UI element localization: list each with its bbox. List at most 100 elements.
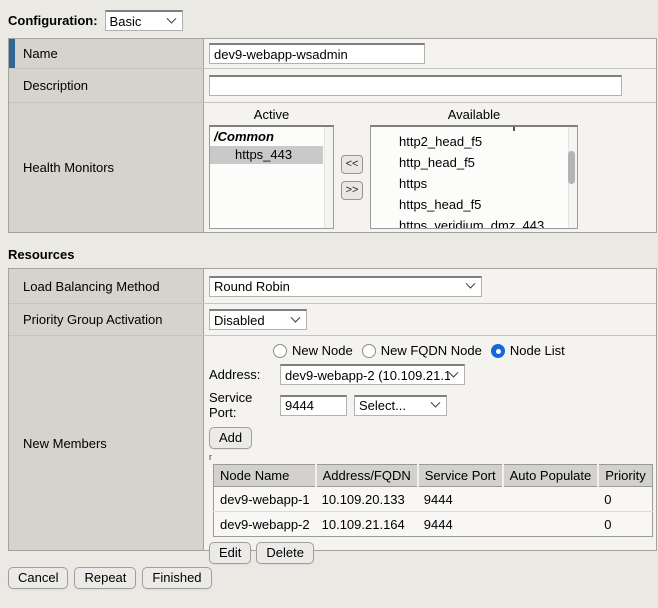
description-label-cell: Description <box>9 69 204 102</box>
move-buttons: << >> <box>334 125 370 229</box>
service-port-select[interactable]: Select... <box>354 395 447 416</box>
finished-button[interactable]: Finished <box>142 567 211 589</box>
delete-button[interactable]: Delete <box>256 542 314 564</box>
health-monitors-label: Health Monitors <box>23 160 114 175</box>
chevron-down-icon <box>166 13 176 23</box>
column-header-service-port: Service Port <box>418 465 503 487</box>
load-balancing-select[interactable]: Round Robin <box>209 276 482 297</box>
available-monitor-item[interactable]: http_head_f5 <box>371 152 577 173</box>
repeat-button[interactable]: Repeat <box>74 567 136 589</box>
available-title: Available <box>370 107 578 125</box>
radio-new-node[interactable]: New Node <box>273 343 353 358</box>
active-monitor-item[interactable]: https_443 <box>210 146 323 164</box>
radio-node-list[interactable]: Node List <box>491 343 565 358</box>
available-monitor-item[interactable]: https_head_f5 <box>371 194 577 215</box>
column-header-node-name: Node Name <box>214 465 316 487</box>
address-select-value: dev9-webapp-2 (10.109.21.164) <box>285 368 450 383</box>
member-service-port: 9444 <box>418 512 503 537</box>
radio-new-fqdn-node-label: New FQDN Node <box>381 343 482 358</box>
member-row[interactable]: dev9-webapp-1 10.109.20.133 9444 0 <box>214 487 653 512</box>
member-priority: 0 <box>598 512 652 537</box>
new-members-label-cell: New Members <box>9 336 204 550</box>
active-scrollbar-track[interactable] <box>324 127 333 228</box>
available-listbox[interactable]: http2_head_f5 http_head_f5 https https_h… <box>370 125 578 229</box>
member-address: 10.109.21.164 <box>316 512 418 537</box>
footer-actions: Cancel Repeat Finished <box>8 567 658 589</box>
node-type-radio-group: New Node New FQDN Node Node List <box>273 342 656 359</box>
service-port-select-value: Select... <box>359 398 406 413</box>
member-row[interactable]: dev9-webapp-2 10.109.21.164 9444 0 <box>214 512 653 537</box>
members-table: Node Name Address/FQDN Service Port Auto… <box>213 464 653 537</box>
member-node-name: dev9-webapp-1 <box>214 487 316 512</box>
description-value-cell <box>204 69 656 102</box>
description-label: Description <box>23 78 88 93</box>
active-listbox[interactable]: /Common https_443 <box>209 125 334 229</box>
service-port-field-row: Service Port: Select... <box>209 390 656 420</box>
health-monitors-label-cell: Health Monitors <box>9 103 204 232</box>
priority-group-select[interactable]: Disabled <box>209 309 307 330</box>
active-partition-header: /Common <box>210 127 333 146</box>
configuration-select-value: Basic <box>110 14 142 29</box>
address-field-row: Address: dev9-webapp-2 (10.109.21.164) <box>209 364 656 385</box>
load-balancing-select-value: Round Robin <box>214 279 290 294</box>
priority-group-value-cell: Disabled <box>204 304 656 335</box>
member-node-name: dev9-webapp-2 <box>214 512 316 537</box>
move-right-button[interactable]: >> <box>341 181 363 200</box>
name-row: Name <box>9 39 656 68</box>
new-members-label: New Members <box>23 436 107 451</box>
add-button[interactable]: Add <box>209 427 252 449</box>
name-label: Name <box>23 46 58 61</box>
member-auto-populate <box>503 487 599 512</box>
move-left-button[interactable]: << <box>341 155 363 174</box>
member-priority: 0 <box>598 487 652 512</box>
radio-new-fqdn-node[interactable]: New FQDN Node <box>362 343 482 358</box>
chevron-down-icon <box>431 398 441 408</box>
address-label: Address: <box>209 367 280 382</box>
configuration-label: Configuration: <box>8 13 98 28</box>
member-service-port: 9444 <box>418 487 503 512</box>
radio-selected-icon[interactable] <box>491 344 505 358</box>
radio-icon[interactable] <box>273 344 287 358</box>
name-input[interactable] <box>209 43 425 64</box>
configuration-table: Name Description Health Monitors Active … <box>8 38 657 233</box>
clipped-text-fragment <box>513 127 515 131</box>
column-header-auto-populate: Auto Populate <box>503 465 599 487</box>
load-balancing-value-cell: Round Robin <box>204 269 656 303</box>
active-column: Active /Common https_443 <box>209 107 334 229</box>
address-select[interactable]: dev9-webapp-2 (10.109.21.164) <box>280 364 465 385</box>
cancel-button[interactable]: Cancel <box>8 567 68 589</box>
name-label-cell: Name <box>9 39 204 68</box>
load-balancing-row: Load Balancing Method Round Robin <box>9 269 656 303</box>
column-header-priority: Priority <box>598 465 652 487</box>
available-column: Available http2_head_f5 http_head_f5 htt… <box>370 107 578 229</box>
dual-listbox: Active /Common https_443 << >> Available <box>204 103 578 229</box>
radio-new-node-label: New Node <box>292 343 353 358</box>
configuration-bar: Configuration: Basic <box>8 10 658 31</box>
configuration-select[interactable]: Basic <box>105 10 183 31</box>
resources-table: Load Balancing Method Round Robin Priori… <box>8 268 657 551</box>
available-monitor-item[interactable]: https <box>371 173 577 194</box>
available-monitor-item[interactable]: http2_head_f5 <box>371 131 577 152</box>
service-port-label: Service Port: <box>209 390 280 420</box>
priority-group-label: Priority Group Activation <box>23 312 162 327</box>
available-monitor-item[interactable]: https_veridium_dmz_443 <box>371 215 577 229</box>
resources-section-title: Resources <box>8 247 658 262</box>
priority-group-row: Priority Group Activation Disabled <box>9 303 656 335</box>
member-address: 10.109.20.133 <box>316 487 418 512</box>
edit-delete-buttons: Edit Delete <box>209 542 656 564</box>
new-members-form: New Node New FQDN Node Node List Address… <box>204 336 656 564</box>
active-title: Active <box>209 107 334 125</box>
chevron-down-icon <box>449 367 459 377</box>
new-members-row: New Members New Node New FQDN Node Node … <box>9 335 656 550</box>
load-balancing-label-cell: Load Balancing Method <box>9 269 204 303</box>
service-port-input[interactable] <box>280 395 347 416</box>
add-button-row: Add <box>209 427 656 449</box>
load-balancing-label: Load Balancing Method <box>23 279 160 294</box>
description-input[interactable] <box>209 75 622 96</box>
available-scrollbar-thumb[interactable] <box>568 151 575 184</box>
edit-button[interactable]: Edit <box>209 542 251 564</box>
new-members-value-cell: New Node New FQDN Node Node List Address… <box>204 336 656 550</box>
radio-icon[interactable] <box>362 344 376 358</box>
health-monitors-value-cell: Active /Common https_443 << >> Available <box>204 103 656 232</box>
priority-group-select-value: Disabled <box>214 313 265 328</box>
